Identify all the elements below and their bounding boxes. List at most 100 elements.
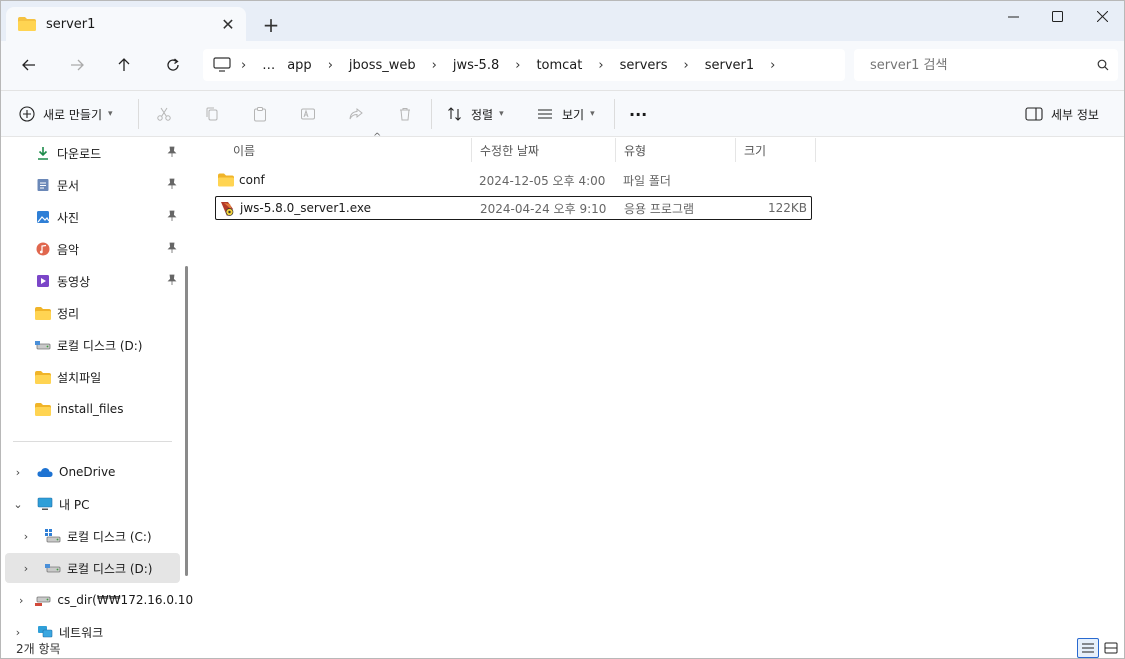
new-tab-button[interactable]: + — [257, 11, 285, 39]
pin-icon — [167, 146, 177, 157]
folder-icon — [35, 401, 51, 417]
cloud-icon — [37, 464, 53, 480]
details-pane-button[interactable]: 세부 정보 — [1025, 98, 1099, 130]
breadcrumb-more[interactable]: … — [256, 58, 281, 73]
sidebar-item-install-files[interactable]: install_files — [5, 394, 180, 424]
sidebar-item-music[interactable]: 음악 — [5, 234, 180, 264]
chevron-right-icon[interactable]: › — [11, 626, 25, 639]
breadcrumb-jboss-web[interactable]: jboss_web — [343, 58, 422, 73]
network-drive-icon — [35, 592, 51, 608]
sidebar-item-drive-d[interactable]: › 로컬 디스크 (D:) — [5, 553, 180, 583]
column-header-type[interactable]: 유형 — [616, 138, 736, 162]
arrow-right-icon — [71, 59, 84, 71]
column-header-name[interactable]: 이름 ^ — [225, 132, 472, 162]
sidebar-item-label: 로컬 디스크 (D:) — [57, 338, 143, 353]
chevron-down-icon[interactable]: ⌄ — [11, 498, 25, 511]
tab-server1[interactable]: server1 ✕ — [6, 7, 246, 41]
pictures-icon — [35, 209, 51, 225]
breadcrumb-server1[interactable]: server1 — [699, 58, 760, 73]
view-button[interactable]: 보기 ▾ — [536, 98, 595, 130]
chevron-right-icon[interactable]: › — [760, 58, 785, 73]
folder-icon — [35, 369, 51, 385]
column-header-size[interactable]: 크기 — [736, 138, 816, 162]
search-icon[interactable] — [1088, 59, 1118, 71]
paste-button[interactable] — [252, 98, 268, 130]
chevron-right-icon[interactable]: › — [19, 594, 23, 607]
cut-button[interactable] — [156, 98, 172, 130]
sidebar-item-install-korean[interactable]: 설치파일 — [5, 362, 180, 392]
address-bar[interactable]: › … app › jboss_web › jws-5.8 › tomcat ›… — [203, 49, 845, 81]
pc-icon — [37, 496, 53, 512]
chevron-down-icon: ▾ — [590, 109, 595, 119]
chevron-right-icon[interactable]: › — [674, 58, 699, 73]
details-pane-icon — [1025, 107, 1043, 121]
file-explorer-window: server1 ✕ + › … app › jboss_web › jws-5.… — [0, 0, 1125, 659]
sidebar-item-onedrive[interactable]: › OneDrive — [5, 457, 180, 487]
search-box[interactable] — [854, 49, 1118, 81]
chevron-right-icon[interactable]: › — [505, 58, 530, 73]
tiles-view-button[interactable] — [1100, 638, 1122, 658]
copy-button[interactable] — [204, 98, 220, 130]
chevron-right-icon[interactable]: › — [318, 58, 343, 73]
chevron-right-icon[interactable]: › — [19, 530, 33, 543]
sidebar-item-drive-d-quick[interactable]: 로컬 디스크 (D:) — [5, 330, 180, 360]
back-button[interactable] — [12, 49, 46, 81]
network-icon — [37, 624, 53, 638]
breadcrumb-tomcat[interactable]: tomcat — [530, 58, 588, 73]
sidebar-item-downloads[interactable]: 다운로드 — [5, 138, 180, 168]
sidebar-item-label: 정리 — [57, 306, 80, 321]
sort-icon — [448, 107, 461, 121]
sidebar-item-network-drive[interactable]: › cs_dir(₩₩172.16.0.10 — [5, 585, 193, 615]
breadcrumb-jws[interactable]: jws-5.8 — [447, 58, 505, 73]
up-button[interactable] — [107, 49, 141, 81]
chevron-right-icon[interactable]: › — [11, 466, 25, 479]
chevron-right-icon[interactable]: › — [231, 58, 256, 73]
forward-button[interactable] — [60, 49, 94, 81]
chevron-right-icon[interactable]: › — [422, 58, 447, 73]
tiles-view-icon — [1104, 642, 1118, 654]
maximize-button[interactable] — [1034, 1, 1080, 31]
close-window-button[interactable] — [1079, 1, 1124, 31]
chevron-right-icon[interactable]: › — [588, 58, 613, 73]
sidebar-item-pictures[interactable]: 사진 — [5, 202, 180, 232]
delete-button[interactable] — [397, 98, 413, 130]
status-bar: 2개 항목 — [1, 638, 1124, 658]
column-header-label: 유형 — [624, 143, 647, 158]
sidebar-item-jeongri[interactable]: 정리 — [5, 298, 180, 328]
item-count: 2개 항목 — [16, 642, 61, 656]
divider — [138, 99, 139, 129]
chevron-down-icon: ▾ — [108, 109, 113, 119]
sidebar-item-my-pc[interactable]: ⌄ 내 PC — [5, 489, 180, 519]
sidebar-item-label: 로컬 디스크 (D:) — [67, 561, 153, 576]
rename-button[interactable] — [300, 98, 316, 130]
breadcrumb-app[interactable]: app — [281, 58, 317, 73]
refresh-button[interactable] — [156, 49, 190, 81]
column-header-date[interactable]: 수정한 날짜 — [472, 138, 616, 162]
share-icon — [349, 107, 363, 120]
arrow-left-icon — [22, 59, 35, 71]
sidebar-item-documents[interactable]: 문서 — [5, 170, 180, 200]
sidebar-divider — [13, 441, 172, 442]
share-button[interactable] — [348, 98, 364, 130]
file-row[interactable]: jws-5.8.0_server1.exe 2024-04-24 오후 9:10… — [215, 196, 812, 220]
sidebar-scrollbar[interactable] — [185, 266, 188, 576]
new-button[interactable]: 새로 만들기 ▾ — [19, 98, 113, 130]
column-header-label: 이름 — [233, 143, 256, 158]
minimize-button[interactable] — [990, 1, 1036, 31]
sidebar-item-videos[interactable]: 동영상 — [5, 266, 180, 296]
breadcrumb-servers[interactable]: servers — [614, 58, 674, 73]
chevron-right-icon[interactable]: › — [19, 562, 33, 575]
file-row[interactable]: conf 2024-12-05 오후 4:00 파일 폴더 — [215, 168, 812, 192]
details-view-button[interactable] — [1077, 638, 1099, 658]
exe-icon — [221, 202, 234, 216]
close-tab-icon[interactable]: ✕ — [214, 10, 242, 38]
sidebar-item-drive-c[interactable]: › 로컬 디스크 (C:) — [5, 521, 180, 551]
file-date: 2024-12-05 오후 4:00 — [479, 173, 606, 188]
search-input[interactable] — [870, 57, 1088, 73]
sort-button[interactable]: 정렬 ▾ — [447, 98, 504, 130]
pin-icon — [167, 274, 177, 285]
plus-circle-icon — [19, 106, 35, 122]
more-options-button[interactable]: ··· — [629, 98, 647, 130]
sidebar-item-network[interactable]: › 네트워크 — [5, 617, 180, 639]
sidebar-item-label: 네트워크 — [59, 625, 104, 639]
